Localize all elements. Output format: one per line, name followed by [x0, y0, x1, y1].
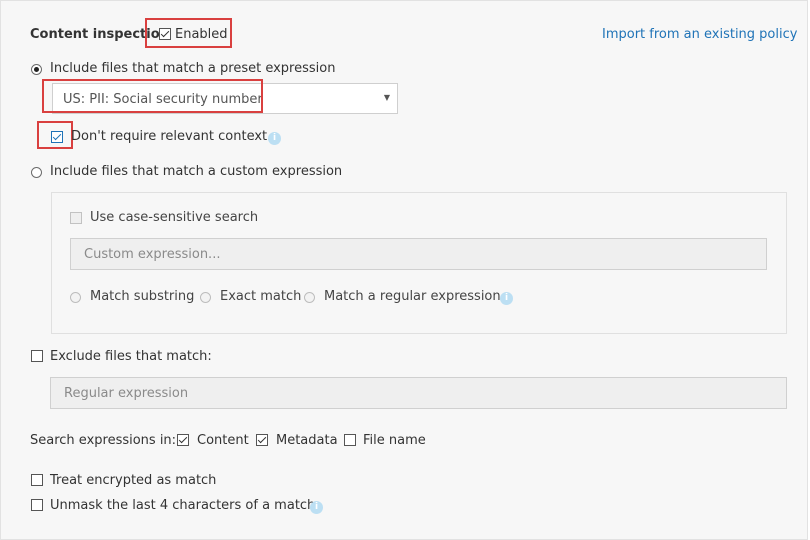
treat-encrypted-checkbox[interactable] [31, 474, 43, 486]
exclude-checkbox[interactable] [31, 350, 43, 362]
enabled-checkbox[interactable] [159, 28, 171, 40]
custom-expression-input[interactable]: Custom expression... [70, 238, 767, 270]
regex-match-label: Match a regular expression [324, 289, 501, 304]
search-content-checkbox[interactable] [177, 434, 189, 446]
preset-expression-dropdown[interactable]: US: PII: Social security number ▼ [52, 83, 398, 114]
search-metadata-label: Metadata [276, 433, 338, 448]
custom-expression-radio[interactable] [31, 167, 42, 178]
match-substring-radio[interactable] [70, 292, 81, 303]
search-metadata-checkbox[interactable] [256, 434, 268, 446]
preset-expression-label: Include files that match a preset expres… [50, 61, 336, 76]
search-in-label: Search expressions in: [30, 433, 177, 448]
search-filename-label: File name [363, 433, 426, 448]
exclude-regex-input[interactable]: Regular expression [50, 377, 787, 409]
chevron-down-icon: ▼ [383, 93, 390, 102]
preset-expression-radio[interactable] [31, 64, 42, 75]
info-icon[interactable]: i [500, 292, 513, 305]
import-policy-link[interactable]: Import from an existing policy [602, 27, 797, 42]
search-filename-checkbox[interactable] [344, 434, 356, 446]
exclude-regex-placeholder: Regular expression [64, 386, 189, 401]
no-context-checkbox[interactable] [51, 131, 63, 143]
info-icon[interactable]: i [310, 501, 323, 514]
regex-match-radio[interactable] [304, 292, 315, 303]
search-content-label: Content [197, 433, 249, 448]
exact-match-label: Exact match [220, 289, 302, 304]
exact-match-radio[interactable] [200, 292, 211, 303]
content-inspection-label: Content inspection [30, 27, 169, 42]
enabled-label: Enabled [175, 27, 228, 42]
unmask-checkbox[interactable] [31, 499, 43, 511]
custom-expression-label: Include files that match a custom expres… [50, 164, 343, 179]
info-icon[interactable]: i [268, 132, 281, 145]
unmask-label: Unmask the last 4 characters of a match [50, 498, 316, 513]
preset-expression-value: US: PII: Social security number [63, 92, 263, 107]
treat-encrypted-label: Treat encrypted as match [50, 473, 217, 488]
match-substring-label: Match substring [90, 289, 195, 304]
exclude-label: Exclude files that match: [50, 349, 212, 364]
case-sensitive-label: Use case-sensitive search [90, 210, 259, 225]
custom-expression-placeholder: Custom expression... [84, 247, 221, 262]
case-sensitive-checkbox[interactable] [70, 212, 82, 224]
no-context-label: Don't require relevant context [71, 129, 268, 144]
